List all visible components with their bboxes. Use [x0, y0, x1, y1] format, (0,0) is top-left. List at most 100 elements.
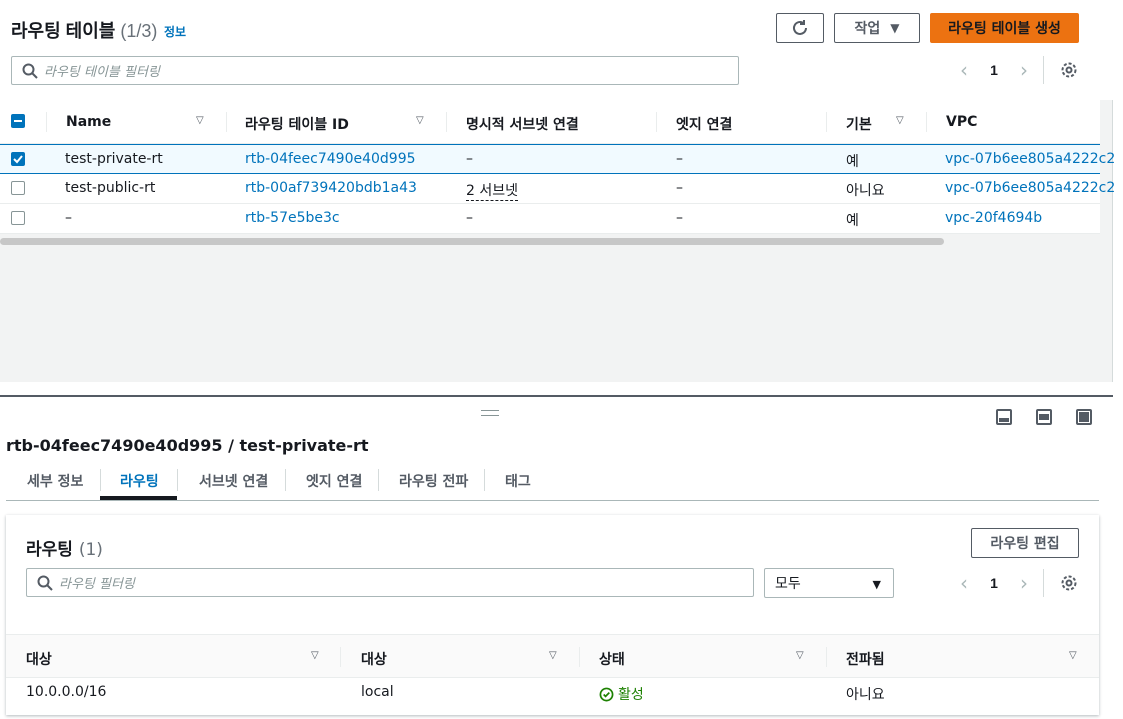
- actions-button[interactable]: 작업 ▼: [834, 13, 920, 43]
- row-name: test-public-rt: [65, 180, 156, 196]
- sort-icon[interactable]: ▽: [796, 650, 804, 661]
- sort-icon[interactable]: ▽: [196, 115, 204, 126]
- column-header-main[interactable]: 기본: [846, 114, 872, 134]
- column-divider: [926, 112, 927, 132]
- routes-count: (1): [78, 540, 103, 560]
- split-panel-divider[interactable]: [0, 395, 1113, 397]
- routes-search-input[interactable]: 라우팅 필터링: [26, 568, 754, 597]
- column-header-edge[interactable]: 엣지 연결: [676, 114, 732, 134]
- chevron-right-icon[interactable]: ›: [1014, 571, 1034, 595]
- column-header-destination[interactable]: 대상: [26, 649, 52, 669]
- search-placeholder: 라우팅 테이블 필터링: [44, 65, 160, 80]
- row-edge: –: [676, 210, 683, 226]
- tab-edge-associations[interactable]: 엣지 연결: [306, 471, 362, 491]
- route-target: local: [361, 684, 394, 700]
- row-vpc-link[interactable]: vpc-07b6ee805a4222c2: [945, 180, 1115, 196]
- table-row[interactable]: – rtb-57e5be3c – – 예 vpc-20f4694b: [0, 204, 1100, 234]
- panel-full-icon[interactable]: [1076, 409, 1092, 425]
- column-header-status[interactable]: 상태: [599, 649, 625, 669]
- column-header-propagated[interactable]: 전파됨: [846, 649, 885, 669]
- panel-bottom-icon[interactable]: [996, 409, 1012, 425]
- column-divider: [826, 647, 827, 667]
- tab-subnet-associations[interactable]: 서브넷 연결: [199, 471, 268, 491]
- tab-divider: [100, 469, 101, 491]
- route-tables-header: 라우팅 테이블 (1/3) 정보 작업 ▼ 라우팅 테이블 생성 라우팅 테이블…: [0, 0, 1113, 100]
- route-status-text: 활성: [618, 687, 644, 703]
- tab-route-propagation[interactable]: 라우팅 전파: [399, 471, 468, 491]
- sort-icon[interactable]: ▽: [416, 115, 424, 126]
- column-header-subnets[interactable]: 명시적 서브넷 연결: [466, 114, 579, 134]
- edit-routes-button[interactable]: 라우팅 편집: [971, 528, 1079, 558]
- check-circle-icon: [599, 687, 614, 701]
- route-tables-panel: 라우팅 테이블 (1/3) 정보 작업 ▼ 라우팅 테이블 생성 라우팅 테이블…: [0, 0, 1115, 382]
- drag-handle-icon[interactable]: [481, 410, 499, 416]
- tab-divider: [177, 469, 178, 491]
- select-all-checkbox[interactable]: [11, 114, 25, 128]
- row-main: 예: [846, 154, 859, 170]
- sort-icon[interactable]: ▽: [1069, 650, 1077, 661]
- row-checkbox[interactable]: [11, 152, 25, 166]
- column-header-name[interactable]: Name: [66, 114, 111, 130]
- sort-icon[interactable]: ▽: [311, 650, 319, 661]
- route-status: 활성: [599, 684, 644, 704]
- column-divider: [226, 112, 227, 132]
- pager-divider: [1043, 569, 1044, 597]
- horizontal-scrollbar[interactable]: [0, 238, 944, 245]
- chevron-right-icon[interactable]: ›: [1014, 58, 1034, 82]
- detail-tabs: 세부 정보 라우팅 서브넷 연결 엣지 연결 라우팅 전파 태그: [6, 463, 1099, 501]
- tab-divider: [285, 469, 286, 491]
- row-name: –: [65, 210, 72, 226]
- column-divider: [656, 112, 657, 132]
- row-edge: –: [676, 180, 683, 196]
- page-number[interactable]: 1: [974, 62, 1014, 78]
- page-number[interactable]: 1: [974, 575, 1014, 591]
- routes-title: 라우팅 (1): [26, 535, 103, 560]
- detail-title: rtb-04feec7490e40d995 / test-private-rt: [6, 436, 369, 455]
- route-table-header-row: Name ▽ 라우팅 테이블 ID ▽ 명시적 서브넷 연결 엣지 연결 기본 …: [0, 100, 1100, 144]
- panel-side-icon[interactable]: [1036, 409, 1052, 425]
- gear-icon[interactable]: [1060, 61, 1078, 79]
- column-divider: [579, 647, 580, 667]
- tab-routes[interactable]: 라우팅: [120, 471, 159, 491]
- row-id-link[interactable]: rtb-57e5be3c: [245, 210, 340, 226]
- refresh-icon: [793, 20, 807, 35]
- column-header-target[interactable]: 대상: [361, 649, 387, 669]
- active-tab-indicator: [100, 496, 177, 500]
- tab-tags[interactable]: 태그: [505, 471, 531, 491]
- chevron-left-icon[interactable]: ‹: [954, 58, 974, 82]
- row-checkbox[interactable]: [11, 181, 25, 195]
- routes-container: 라우팅 (1) 라우팅 편집 라우팅 필터링 모두 ▼ ‹ 1 › 대상 ▽ 대…: [6, 515, 1099, 715]
- row-checkbox[interactable]: [11, 211, 25, 225]
- sort-icon[interactable]: ▽: [896, 115, 904, 126]
- row-subnets: –: [466, 151, 473, 167]
- caret-down-icon: ▼: [890, 21, 900, 35]
- row-vpc-link[interactable]: vpc-07b6ee805a4222c2: [945, 151, 1115, 167]
- column-header-id[interactable]: 라우팅 테이블 ID: [245, 114, 349, 134]
- table-row[interactable]: test-private-rt rtb-04feec7490e40d995 – …: [0, 144, 1115, 174]
- tab-divider: [378, 469, 379, 491]
- caret-down-icon: ▼: [872, 578, 881, 591]
- routes-filter-select[interactable]: 모두 ▼: [764, 568, 894, 598]
- column-header-vpc[interactable]: VPC: [946, 114, 977, 130]
- row-vpc-link[interactable]: vpc-20f4694b: [945, 210, 1042, 226]
- create-route-table-button[interactable]: 라우팅 테이블 생성: [930, 13, 1079, 43]
- route-table-search-input[interactable]: 라우팅 테이블 필터링: [11, 56, 739, 85]
- sort-icon[interactable]: ▽: [549, 650, 557, 661]
- row-subnets-link[interactable]: 2 서브넷: [466, 180, 518, 201]
- route-destination: 10.0.0.0/16: [26, 684, 107, 700]
- routes-filter-value: 모두: [775, 576, 801, 592]
- chevron-left-icon[interactable]: ‹: [954, 571, 974, 595]
- routes-header-row: 대상 ▽ 대상 ▽ 상태 ▽ 전파됨 ▽: [6, 634, 1099, 678]
- table-row: 10.0.0.0/16 local 활성 아니요: [6, 678, 1099, 708]
- row-id-link[interactable]: rtb-00af739420bdb1a43: [245, 180, 417, 196]
- table-row[interactable]: test-public-rt rtb-00af739420bdb1a43 2 서…: [0, 174, 1115, 204]
- gear-icon[interactable]: [1060, 574, 1078, 592]
- row-main: 아니요: [846, 183, 885, 199]
- tab-details[interactable]: 세부 정보: [27, 471, 83, 491]
- refresh-button[interactable]: [776, 13, 824, 43]
- row-edge: –: [676, 151, 683, 167]
- page-title-text: 라우팅 테이블: [11, 21, 116, 41]
- search-icon: [37, 575, 53, 591]
- info-link[interactable]: 정보: [164, 23, 186, 40]
- row-id-link[interactable]: rtb-04feec7490e40d995: [245, 151, 416, 167]
